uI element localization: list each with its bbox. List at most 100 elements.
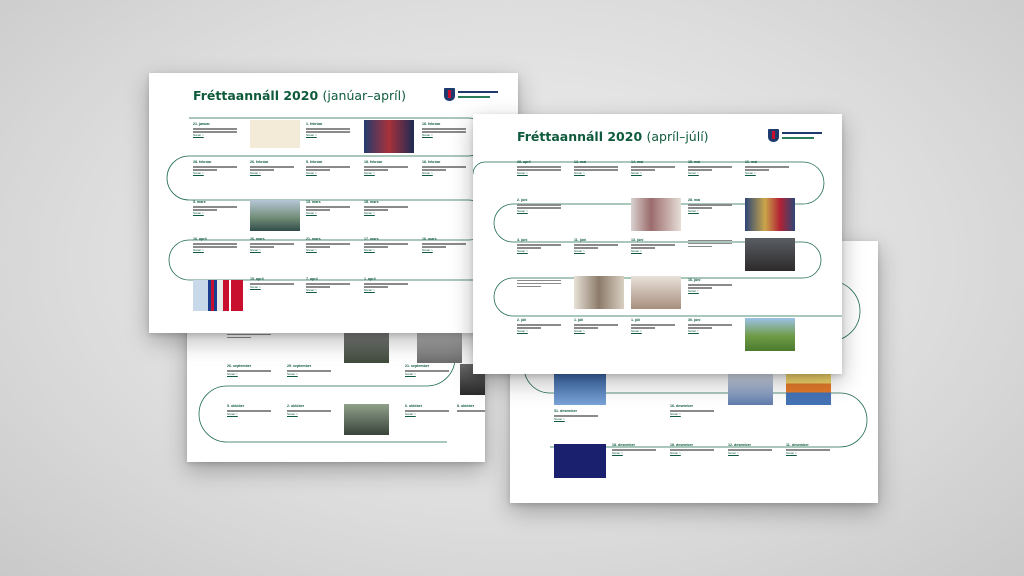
timeline-card: 2. júní Nánar > [517,198,561,213]
card-text [688,239,732,241]
timeline-card: 13. mars Nánar > [306,200,350,215]
card-more-link[interactable]: Nánar > [728,451,772,455]
card-more-link[interactable]: Nánar > [306,133,350,137]
card-more-link[interactable]: Nánar > [364,211,408,215]
card-date: 11. desember [786,443,809,447]
timeline-card: 5. október Nánar > [227,404,271,416]
card-more-link[interactable]: Nánar > [306,288,350,292]
card-more-link[interactable]: Nánar > [631,249,675,253]
card-date: 2. október [287,404,305,408]
timeline-card: 12. desember Nánar > [728,443,772,455]
card-date: 1. apríl [364,277,376,281]
card-more-link[interactable]: Nánar > [517,209,561,213]
card-more-link[interactable]: Nánar > [670,412,714,416]
card-text [517,285,542,287]
card-date: 18. febrúar [364,160,383,164]
card-more-link[interactable]: Nánar > [554,417,598,421]
card-date: 16. apríl [193,237,207,241]
card-date: 28. febrúar [193,160,212,164]
card-more-link[interactable]: Nánar > [517,329,561,333]
card-more-link[interactable]: Nánar > [688,289,732,293]
timeline-card: 18. desember Nánar > [670,443,714,455]
card-more-link[interactable]: Nánar > [364,171,408,175]
card-text [688,324,732,326]
card-more-link[interactable]: Nánar > [631,171,675,175]
card-date: 21. september [405,364,430,368]
card-text [517,282,561,284]
timeline-card: 18. mars Nánar > [364,200,408,215]
card-more-link[interactable]: Nánar > [688,329,732,333]
card-more-link[interactable]: Nánar > [612,451,656,455]
card-more-link[interactable]: Nánar > [193,171,237,175]
card-more-link[interactable]: Nánar > [631,329,675,333]
timeline-card: 1. júlí Nánar > [574,318,618,333]
timeline-card: 11. desember Nánar > [786,443,830,455]
card-text [517,204,561,206]
card-more-link[interactable]: Nánar > [688,171,732,175]
timeline-card: 21. janúar Nánar > [193,122,237,137]
card-text [631,324,675,326]
card-date: 26. september [227,364,252,368]
card-more-link[interactable]: Nánar > [745,171,789,175]
timeline-card: 21. september Nánar > [405,364,449,376]
card-more-link[interactable]: Nánar > [405,412,449,416]
card-more-link[interactable]: Nánar > [405,372,449,376]
card-more-link[interactable]: Nánar > [574,329,618,333]
card-more-link[interactable]: Nánar > [670,451,714,455]
card-more-link[interactable]: Nánar > [227,372,271,376]
card-more-link[interactable]: Nánar > [422,133,466,137]
card-more-link[interactable]: Nánar > [364,248,408,252]
card-more-link[interactable]: Nánar > [193,133,237,137]
timeline-card: 3. mars Nánar > [193,200,237,215]
card-more-link[interactable]: Nánar > [287,412,331,416]
card-more-link[interactable]: Nánar > [250,248,294,252]
card-more-link[interactable]: Nánar > [306,211,350,215]
card-more-link[interactable]: Nánar > [287,372,331,376]
news-photo [554,374,606,405]
card-text [688,204,732,206]
card-more-link[interactable]: Nánar > [517,249,561,253]
card-more-link[interactable]: Nánar > [422,248,466,252]
news-photo [745,318,795,351]
card-more-link[interactable]: Nánar > [574,249,618,253]
timeline-card: 18. desember Nánar > [612,443,656,455]
timeline-card: 26. febrúar Nánar > [250,160,294,175]
card-date: 11. júní [574,238,587,242]
card-more-link[interactable]: Nánar > [688,209,732,213]
card-text [422,243,466,245]
card-more-link[interactable]: Nánar > [574,171,618,175]
timeline-card: 28. apríl Nánar > [517,160,561,175]
timeline-card: 18. febrúar Nánar > [422,160,466,175]
card-text [422,166,466,168]
card-date: 13. mars [306,200,321,204]
card-more-link[interactable]: Nánar > [517,171,561,175]
card-more-link[interactable]: Nánar > [422,171,466,175]
card-more-link[interactable]: Nánar > [786,451,830,455]
card-text [574,324,618,326]
card-more-link[interactable]: Nánar > [364,288,408,292]
card-date: 21. janúar [193,122,210,126]
card-more-link[interactable]: Nánar > [193,211,237,215]
card-text [517,166,561,168]
card-more-link[interactable]: Nánar > [250,171,294,175]
timeline-card: 13. maí Nánar > [574,160,618,175]
card-date: 3. mars [193,200,206,204]
news-photo [344,332,389,363]
card-more-link[interactable]: Nánar > [250,285,294,289]
card-more-link[interactable]: Nánar > [193,248,237,252]
timeline-card: 26. mars Nánar > [250,237,294,252]
card-date: 26. mars [250,237,265,241]
card-date: 16. desember [670,404,693,408]
card-text [517,279,561,281]
timeline-card: 4. júní Nánar > [517,238,561,253]
card-more-link[interactable]: Nánar > [227,412,271,416]
card-date: 28. maí [688,198,701,202]
news-photo [745,238,795,271]
timeline-card: 15. apríl Nánar > [250,277,294,289]
card-more-link[interactable]: Nánar > [306,248,350,252]
card-text [631,244,675,246]
card-date: 31. desember [554,409,577,413]
timeline-card: 28. maí Nánar > [688,198,732,213]
card-more-link[interactable]: Nánar > [306,171,350,175]
card-date: 30. júní [688,318,701,322]
